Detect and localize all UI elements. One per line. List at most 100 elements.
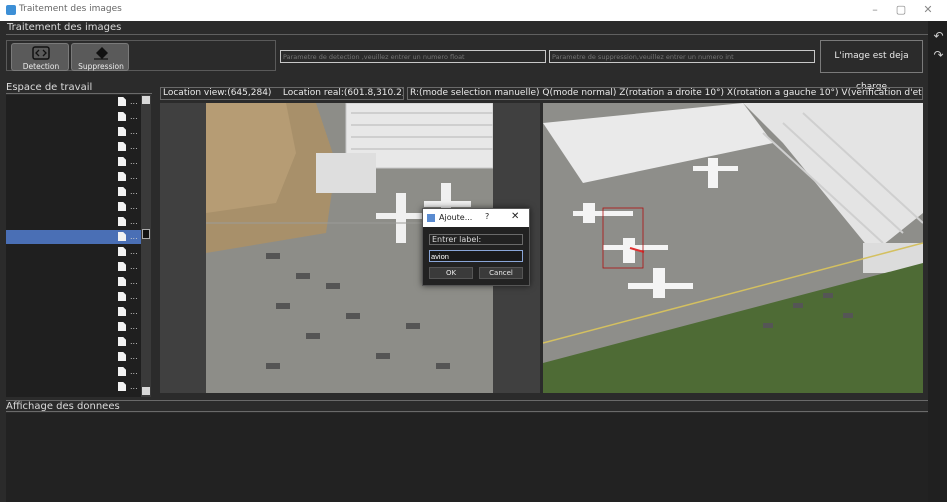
file-name: ... — [130, 112, 138, 121]
data-display-area — [6, 413, 928, 502]
file-name: ... — [130, 157, 138, 166]
file-name: ... — [130, 262, 138, 271]
file-name: ... — [130, 382, 138, 391]
scroll-down-arrow[interactable] — [142, 387, 150, 395]
status-label: L'image est deja charge — [820, 40, 923, 92]
help-icon[interactable]: ? — [485, 212, 489, 221]
detection-button[interactable]: Detection — [11, 43, 69, 71]
file-name: ... — [130, 172, 138, 181]
app-icon — [6, 5, 16, 15]
file-icon — [118, 232, 126, 241]
file-icon — [118, 337, 126, 346]
file-list-item[interactable]: ... — [6, 125, 141, 139]
minimize-button[interactable]: – — [868, 3, 882, 17]
file-name: ... — [130, 97, 138, 106]
file-name: ... — [130, 367, 138, 376]
file-list-item[interactable]: ... — [6, 320, 141, 334]
file-name: ... — [130, 337, 138, 346]
file-list-item[interactable]: ... — [6, 95, 141, 109]
divider — [6, 34, 928, 35]
workspace-file-list[interactable]: ........................................… — [6, 95, 141, 397]
scroll-thumb[interactable] — [142, 229, 150, 239]
file-list-item[interactable]: ... — [6, 245, 141, 259]
redo-icon[interactable]: ↷ — [932, 49, 945, 62]
suppression-button[interactable]: Suppression — [71, 43, 129, 71]
file-list-item[interactable]: ... — [6, 290, 141, 304]
file-icon — [118, 217, 126, 226]
window-title: Traitement des images — [19, 4, 122, 14]
dialog-close-icon[interactable]: ✕ — [511, 211, 519, 222]
file-icon — [118, 112, 126, 121]
file-icon — [118, 262, 126, 271]
undo-icon[interactable]: ↶ — [932, 30, 945, 43]
window-title-bar: Traitement des images – ▢ ✕ — [0, 0, 947, 21]
file-list-item[interactable]: ... — [6, 350, 141, 364]
data-section-title: Affichage des donnees — [6, 400, 928, 412]
file-icon — [118, 187, 126, 196]
file-list-item[interactable]: ... — [6, 260, 141, 274]
cancel-button[interactable]: Cancel — [479, 267, 523, 279]
shortcut-help: R:(mode selection manuelle) Q(mode norma… — [407, 87, 923, 100]
code-icon — [32, 46, 50, 60]
file-name: ... — [130, 217, 138, 226]
file-list-item[interactable]: ... — [6, 335, 141, 349]
detection-label: Detection — [22, 62, 60, 71]
file-icon — [118, 382, 126, 391]
tool-group: Detection Suppression — [6, 40, 276, 71]
close-button[interactable]: ✕ — [921, 3, 935, 17]
file-icon — [118, 277, 126, 286]
file-list-item[interactable]: ... — [6, 140, 141, 154]
file-icon — [118, 142, 126, 151]
dialog-title: Ajoute... — [439, 213, 473, 222]
file-icon — [118, 127, 126, 136]
file-icon — [118, 307, 126, 316]
file-list-item[interactable]: ... — [6, 110, 141, 124]
file-name: ... — [130, 352, 138, 361]
dialog-title-bar: Ajoute... ? ✕ — [423, 209, 529, 227]
file-icon — [118, 202, 126, 211]
right-toolbar: ↶ ↷ — [928, 21, 947, 502]
detection-param-input[interactable] — [280, 50, 546, 63]
file-name: ... — [130, 187, 138, 196]
file-icon — [118, 157, 126, 166]
file-name: ... — [130, 247, 138, 256]
add-label-dialog: Ajoute... ? ✕ Entrer label: OK Cancel — [422, 208, 530, 286]
workspace-scrollbar[interactable] — [141, 95, 151, 397]
file-list-item[interactable]: ... — [6, 155, 141, 169]
suppression-param-input[interactable] — [549, 50, 815, 63]
workspace-title: Espace de travail — [6, 82, 152, 94]
file-icon — [118, 247, 126, 256]
ok-button[interactable]: OK — [429, 267, 473, 279]
section-title: Traitement des images — [7, 22, 122, 33]
file-list-item[interactable]: ... — [6, 380, 141, 394]
file-icon — [118, 172, 126, 181]
file-list-item[interactable]: ... — [6, 305, 141, 319]
location-view: Location view:(645,284) — [163, 88, 272, 98]
detection-image[interactable] — [543, 103, 923, 393]
maximize-button[interactable]: ▢ — [894, 3, 908, 17]
file-icon — [118, 292, 126, 301]
suppression-label: Suppression — [78, 62, 124, 71]
file-list-item[interactable]: ... — [6, 275, 141, 289]
file-list-item[interactable]: ... — [6, 185, 141, 199]
file-icon — [118, 352, 126, 361]
file-list-item[interactable]: ... — [6, 215, 141, 229]
file-name: ... — [130, 322, 138, 331]
file-name: ... — [130, 142, 138, 151]
file-list-item[interactable]: ... — [6, 230, 141, 244]
label-input[interactable] — [429, 250, 523, 262]
file-name: ... — [130, 127, 138, 136]
dialog-app-icon — [427, 214, 435, 222]
file-name: ... — [130, 307, 138, 316]
file-list-item[interactable]: ... — [6, 200, 141, 214]
scroll-up-arrow[interactable] — [142, 96, 150, 104]
file-list-item[interactable]: ... — [6, 365, 141, 379]
file-name: ... — [130, 292, 138, 301]
location-real: Location real:(601.8,310.2) — [282, 88, 404, 98]
file-icon — [118, 367, 126, 376]
file-icon — [118, 97, 126, 106]
file-list-item[interactable]: ... — [6, 170, 141, 184]
location-info: Location view:(645,284) Location real:(6… — [160, 87, 404, 100]
file-name: ... — [130, 202, 138, 211]
file-name: ... — [130, 232, 138, 241]
